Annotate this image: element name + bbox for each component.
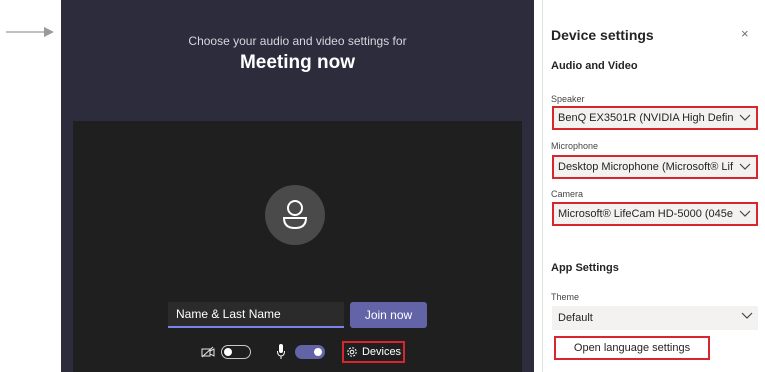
open-language-settings-button[interactable]: Open language settings [554,336,710,360]
chevron-down-icon [739,163,751,170]
microphone-select[interactable]: Desktop Microphone (Microsoft® Lif... [552,155,758,179]
camera-label: Camera [551,189,584,199]
meeting-title: Meeting now [239,52,356,73]
name-input[interactable] [168,302,344,328]
gear-icon [347,347,357,357]
join-now-button[interactable]: Join now [350,302,427,328]
speaker-label: Speaker [551,94,585,104]
speaker-value: BenQ EX3501R (NVIDIA High Definiti... [558,112,734,124]
video-preview: Join now Devices [73,121,522,372]
chevron-down-icon [739,210,751,217]
theme-label: Theme [551,292,580,302]
panel-title: Device settings [551,27,654,43]
chevron-down-icon [739,114,751,121]
camera-off-icon[interactable] [201,346,215,358]
pre-join-screen: Choose your audio and video settings for… [61,0,534,372]
meeting-subtitle: Choose your audio and video settings for [188,34,407,48]
theme-select[interactable]: Default [552,306,758,330]
camera-value: Microsoft® LifeCam HD-5000 (045e:... [558,208,734,220]
theme-value: Default [558,312,593,324]
microphone-label: Microphone [551,141,599,151]
arrow-right-icon [6,27,54,37]
camera-toggle[interactable] [221,345,251,359]
devices-label: Devices [361,346,402,358]
microphone-icon[interactable] [277,344,285,359]
speaker-select[interactable]: BenQ EX3501R (NVIDIA High Definiti... [552,106,758,130]
toggle-knob [314,348,322,356]
app-settings-heading: App Settings [551,262,619,274]
close-icon[interactable]: × [741,26,749,41]
camera-select[interactable]: Microsoft® LifeCam HD-5000 (045e:... [552,202,758,226]
chevron-down-icon [741,312,753,319]
microphone-toggle[interactable] [295,345,325,359]
audio-video-heading: Audio and Video [551,60,638,72]
toggle-knob [224,348,232,356]
device-settings-panel: Device settings × Audio and Video Speake… [542,0,765,372]
microphone-value: Desktop Microphone (Microsoft® Lif... [558,161,734,173]
devices-button[interactable]: Devices [342,341,405,363]
avatar-icon [282,200,308,230]
avatar [265,185,325,245]
